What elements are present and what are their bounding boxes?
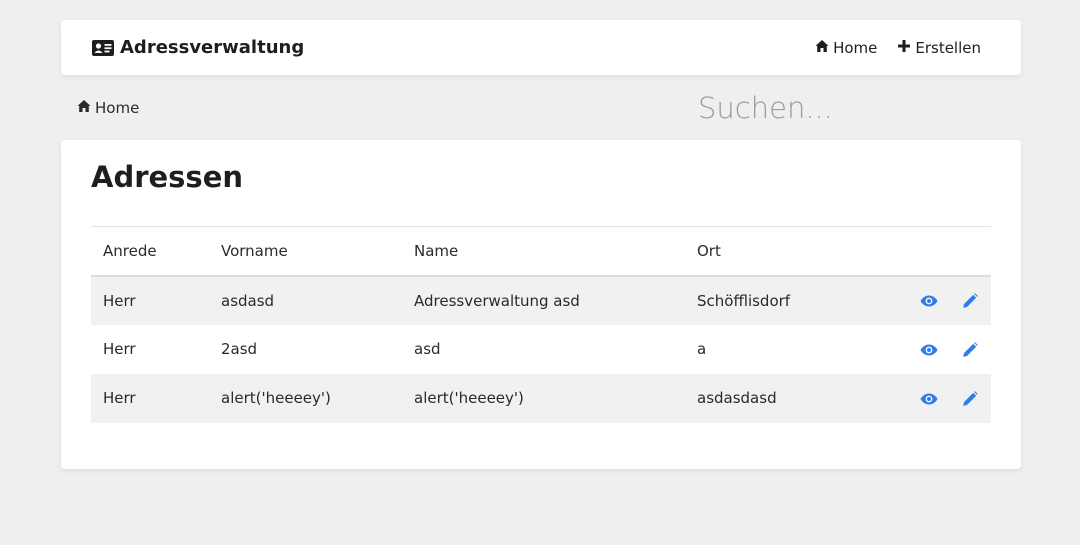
cell-anrede: Herr	[103, 340, 136, 358]
brand-title: Adressverwaltung	[120, 37, 305, 58]
home-icon	[815, 39, 829, 57]
cell-ort: a	[697, 340, 707, 358]
view-icon[interactable]	[920, 391, 938, 407]
address-card: Adressen Anrede Vorname Name Ort Herr as…	[61, 140, 1021, 469]
cell-name: Adressverwaltung asd	[414, 291, 580, 310]
cell-anrede: Herr	[103, 291, 136, 310]
column-header-name: Name	[414, 241, 459, 260]
cell-anrede: Herr	[103, 389, 136, 407]
page-title: Adressen	[91, 160, 244, 194]
cell-actions	[865, 276, 991, 325]
brand-link[interactable]: Adressverwaltung	[92, 20, 304, 75]
nav-link-erstellen[interactable]: Erstellen	[897, 39, 981, 57]
navbar: Adressverwaltung Home Erstellen	[61, 20, 1021, 75]
breadcrumb[interactable]: Home	[77, 98, 139, 118]
table-row: Herr asdasd Adressverwaltung asd Schöffl…	[91, 275, 991, 325]
column-header-ort: Ort	[697, 241, 721, 260]
nav-link-home-label: Home	[833, 38, 878, 57]
edit-icon[interactable]	[961, 390, 979, 407]
column-header-vorname: Vorname	[221, 241, 288, 260]
cell-name: asd	[414, 340, 441, 358]
column-header-actions	[865, 227, 991, 276]
cell-name: alert('heeeey')	[414, 389, 524, 407]
nav-links: Home Erstellen	[815, 20, 981, 75]
cell-actions	[865, 325, 991, 374]
address-card-icon	[92, 39, 114, 56]
table-row: Herr alert('heeeey') alert('heeeey') asd…	[91, 373, 991, 423]
table-row: Herr 2asd asd a	[91, 325, 991, 374]
cell-vorname: asdasd	[221, 291, 275, 310]
column-header-anrede: Anrede	[103, 241, 157, 260]
cell-vorname: 2asd	[221, 340, 258, 358]
view-icon[interactable]	[920, 293, 938, 309]
cell-ort: Schöfflisdorf	[697, 291, 791, 310]
breadcrumb-label: Home	[95, 99, 140, 117]
plus-icon	[897, 39, 911, 57]
edit-icon[interactable]	[961, 293, 979, 309]
cell-actions	[865, 374, 991, 423]
home-icon	[77, 99, 91, 117]
table-header-row: Anrede Vorname Name Ort	[91, 226, 991, 276]
cell-ort: asdasdasd	[697, 389, 777, 407]
nav-link-home[interactable]: Home	[815, 39, 877, 57]
address-table: Anrede Vorname Name Ort Herr asdasd Adre…	[91, 226, 991, 423]
view-icon[interactable]	[920, 342, 938, 358]
nav-link-erstellen-label: Erstellen	[915, 38, 981, 57]
search-input[interactable]	[698, 86, 978, 130]
cell-vorname: alert('heeeey')	[221, 389, 331, 407]
edit-icon[interactable]	[961, 341, 979, 358]
